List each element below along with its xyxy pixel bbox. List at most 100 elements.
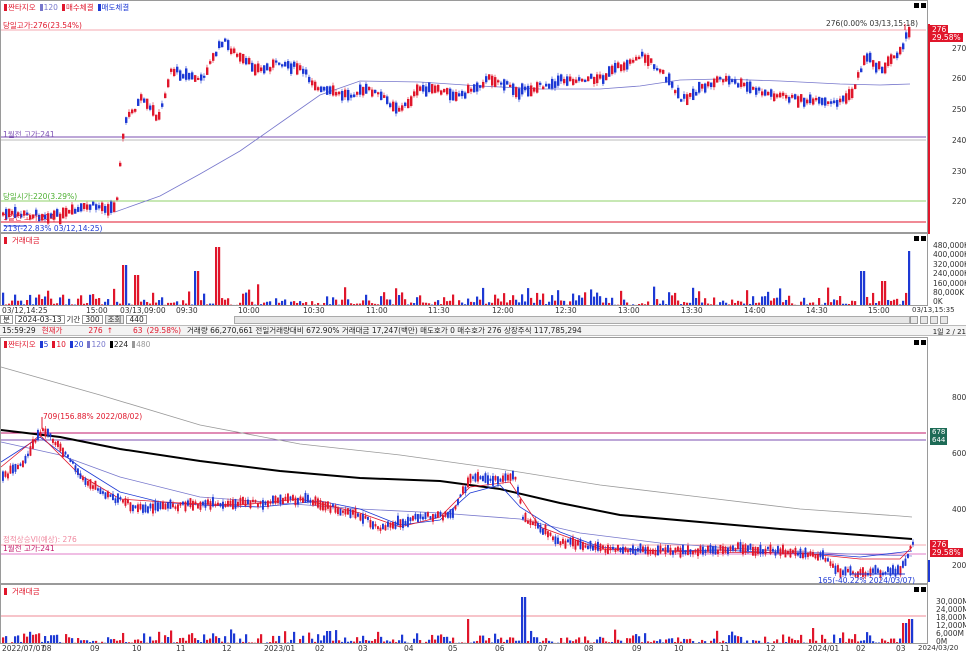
volume-bar [332,297,335,305]
volume-bar [104,301,107,305]
reset-icon[interactable] [930,316,938,324]
horizontal-scrollbar[interactable] [234,316,910,324]
x-tick: 12:00 [492,306,514,315]
candle [689,93,692,97]
volume-bar [77,638,80,643]
volume-bar [137,639,140,643]
intraday-price-plot [1,24,926,227]
candle [219,503,222,507]
volume-bar [242,293,245,305]
candle [754,546,757,556]
volume-bar [38,633,41,643]
volume-bar [590,289,593,305]
candle [589,540,592,549]
candle [557,537,559,544]
volume-bar [182,300,185,305]
volume-bar [734,302,737,305]
volume-bar [296,302,299,305]
volume-bar [365,640,368,643]
candle [284,62,287,67]
volume-bar [581,297,584,305]
candle [515,87,518,98]
candle [806,99,809,104]
candle [237,501,239,507]
settings-icon[interactable] [940,316,948,324]
volume-bar [665,639,668,643]
candle [27,453,29,457]
volume-bar [767,642,770,643]
quote-details: 거래량 66,270,661 전일거래량대비 672.90% 거래대금 17,2… [187,326,582,335]
candle [716,76,719,83]
candle [697,548,699,557]
candle [749,543,752,550]
volume-bar [602,302,605,305]
volume-bar [161,297,164,305]
volume-bar [185,640,188,643]
volume-bar [905,623,908,643]
volume-bar [740,301,743,305]
candle [87,481,89,486]
candle [112,493,114,501]
x-tick: 07 [538,644,548,653]
candle [386,96,389,104]
timeframe-select[interactable]: 분 [0,315,13,324]
volume-tick: 240,000K [933,269,966,278]
volume-bar [311,301,314,305]
volume-bar [308,632,311,643]
candle [59,213,62,225]
candle [574,540,577,550]
volume-bar [413,638,416,643]
volume-bar [692,641,695,643]
volume-bar [50,298,53,305]
candle [644,54,647,63]
candle [7,473,9,479]
candle [349,509,352,518]
count2-input[interactable]: 440 [126,315,147,324]
candle [668,73,671,85]
date-input[interactable]: 2024-03-13 [14,315,65,324]
candle [686,94,689,106]
candle [587,76,590,82]
candle [860,68,863,73]
volume-bar [185,303,188,305]
candle [522,516,524,520]
volume-bar [551,295,554,305]
candle [665,76,668,83]
candle [188,73,191,80]
volume-bar [695,297,698,305]
count-input[interactable]: 300 [82,315,103,324]
candle [380,91,383,100]
query-button[interactable]: 조회 [104,315,125,324]
candle [869,568,872,576]
volume-bar [623,299,626,305]
candle [299,496,302,501]
candle [137,504,139,512]
candle [833,100,836,104]
volume-bar [692,287,695,305]
volume-bar [527,641,530,643]
candle [758,87,761,91]
volume-bar [680,304,683,305]
candle [227,40,230,50]
zoom-out-icon[interactable] [910,316,918,324]
candle [641,51,644,57]
volume-bar [476,640,479,643]
volume-bar [449,641,452,643]
volume-bar [473,302,476,305]
volume-bar [119,640,122,643]
zoom-in-icon[interactable] [920,316,928,324]
candle [519,499,522,504]
candle [398,107,401,112]
candle [82,477,84,481]
candle [545,83,548,87]
candle [132,505,134,512]
candle [424,512,427,520]
volume-bar [779,288,782,305]
candle [212,497,214,507]
candle [746,81,749,92]
volume-bar [248,642,251,643]
candle [302,497,304,503]
page-indicator[interactable]: 1일 2 / 21 [928,327,966,336]
candle [34,440,37,443]
candle [2,471,4,481]
